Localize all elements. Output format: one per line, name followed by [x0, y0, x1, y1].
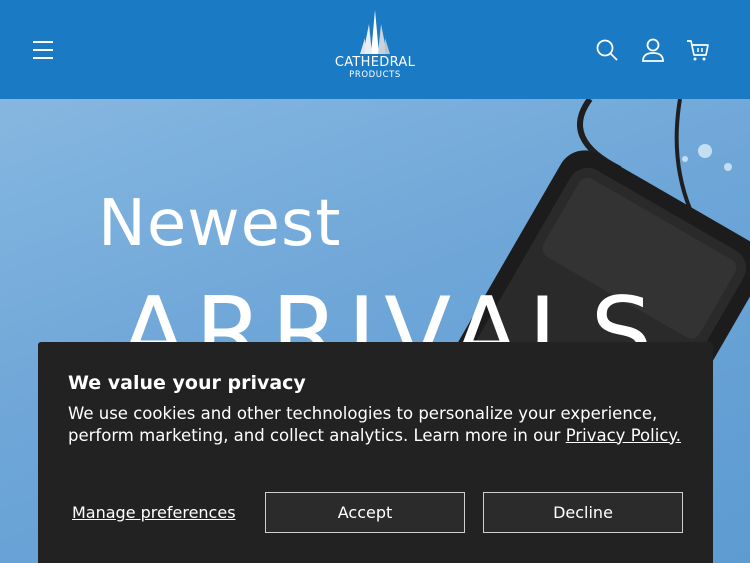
search-button[interactable]	[593, 36, 621, 64]
search-icon	[596, 39, 618, 61]
cart-icon	[687, 40, 709, 61]
account-icon	[642, 38, 664, 62]
cookie-consent-banner: We value your privacy We use cookies and…	[38, 342, 713, 563]
cookie-title: We value your privacy	[68, 372, 306, 394]
manage-preferences-link[interactable]: Manage preferences	[72, 503, 236, 522]
cathedral-logo-icon	[360, 10, 390, 54]
cookie-description: We use cookies and other technologies to…	[68, 403, 688, 446]
menu-icon	[33, 41, 53, 59]
privacy-policy-link[interactable]: Privacy Policy.	[566, 426, 681, 445]
account-button[interactable]	[639, 36, 667, 64]
brand-logo[interactable]: CATHEDRAL PRODUCTS	[320, 10, 430, 90]
decline-button[interactable]: Decline	[483, 492, 683, 533]
site-header: CATHEDRAL PRODUCTS	[0, 0, 750, 99]
cart-button[interactable]	[684, 36, 712, 64]
brand-subtitle: PRODUCTS	[349, 70, 401, 80]
accept-button[interactable]: Accept	[265, 492, 465, 533]
menu-button[interactable]	[28, 36, 58, 64]
hero-heading-line1: Newest	[98, 187, 342, 261]
brand-name: CATHEDRAL	[334, 55, 416, 70]
